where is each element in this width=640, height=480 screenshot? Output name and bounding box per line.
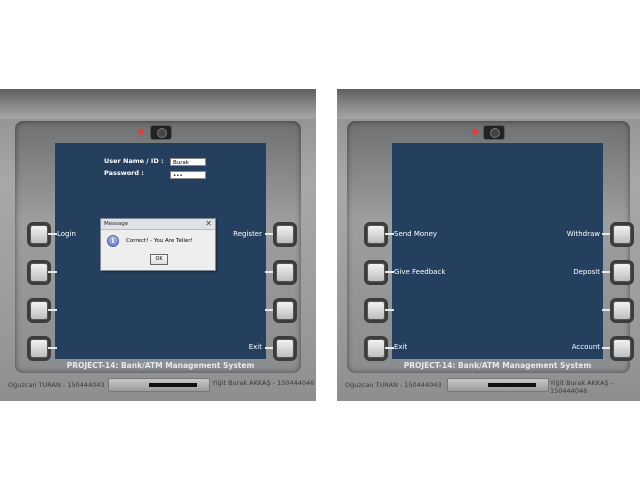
dialog-titlebar: Message ✕ <box>101 219 215 230</box>
camera-icon <box>483 125 505 140</box>
side-button-right-2[interactable] <box>276 263 294 282</box>
side-button-left-4[interactable] <box>30 339 48 358</box>
button-line <box>48 347 57 349</box>
button-line <box>48 309 57 311</box>
ok-button[interactable]: OK <box>150 254 168 265</box>
red-led-icon <box>139 130 143 134</box>
button-line <box>602 233 611 235</box>
side-button-right-1[interactable] <box>276 225 294 244</box>
card-slot <box>108 378 210 392</box>
username-label: User Name / ID : <box>104 157 164 165</box>
button-line <box>385 347 394 349</box>
info-icon: i <box>107 235 119 247</box>
close-icon[interactable]: ✕ <box>205 219 212 229</box>
card-slot <box>447 378 549 392</box>
credit-right: Yiğit Burak AKKAŞ - 150444046 <box>550 379 613 395</box>
camera-icon <box>150 125 172 140</box>
button-line <box>385 309 394 311</box>
dialog-message: Correct! - You Are Teller! <box>126 238 193 244</box>
side-button-right-4[interactable] <box>276 339 294 358</box>
credit-right: Yiğit Burak AKKAŞ - 150444046 <box>212 379 315 387</box>
side-button-left-1[interactable] <box>367 225 385 244</box>
side-button-right-1[interactable] <box>613 225 631 244</box>
dialog-title: Message <box>104 221 129 227</box>
credit-left: Oğuzcan TURAN - 150444043 <box>8 381 105 389</box>
side-button-right-2[interactable] <box>613 263 631 282</box>
account-label: Account <box>571 343 600 351</box>
atm-top-frame <box>337 89 640 119</box>
side-button-left-2[interactable] <box>367 263 385 282</box>
side-button-left-4[interactable] <box>367 339 385 358</box>
withdraw-label: Withdraw <box>566 230 600 238</box>
side-button-right-4[interactable] <box>613 339 631 358</box>
side-button-left-2[interactable] <box>30 263 48 282</box>
atm-top-frame <box>0 89 316 119</box>
side-button-right-3[interactable] <box>613 301 631 320</box>
register-label: Register <box>233 230 262 238</box>
button-line <box>265 309 274 311</box>
project-title-login: PROJECT-14: Bank/ATM Management System <box>66 361 255 370</box>
button-line <box>48 233 57 235</box>
password-label: Password : <box>104 169 144 177</box>
exit-label-login: Exit <box>248 343 262 351</box>
red-led-icon <box>473 130 477 134</box>
button-line <box>265 347 274 349</box>
username-field[interactable]: Burak <box>170 158 206 166</box>
message-dialog: Message ✕ i Correct! - You Are Teller! O… <box>100 218 216 271</box>
deposit-label: Deposit <box>573 268 600 276</box>
button-line <box>602 271 611 273</box>
menu-screen <box>392 143 603 359</box>
credit-left: Oğuzcan TURAN - 150444043 <box>345 381 442 389</box>
give-feedback-label: Give Feedback <box>394 268 446 276</box>
login-label: Login <box>57 230 76 238</box>
button-line <box>602 347 611 349</box>
send-money-label: Send Money <box>394 230 438 238</box>
button-line <box>48 271 57 273</box>
button-line <box>385 271 394 273</box>
button-line <box>265 233 274 235</box>
exit-label-menu: Exit <box>394 343 408 351</box>
side-button-left-1[interactable] <box>30 225 48 244</box>
button-line <box>265 271 274 273</box>
button-line <box>385 233 394 235</box>
side-button-left-3[interactable] <box>30 301 48 320</box>
project-title-menu: PROJECT-14: Bank/ATM Management System <box>403 361 592 370</box>
side-button-left-3[interactable] <box>367 301 385 320</box>
button-line <box>602 309 611 311</box>
side-button-right-3[interactable] <box>276 301 294 320</box>
password-field[interactable]: ••• <box>170 171 206 179</box>
